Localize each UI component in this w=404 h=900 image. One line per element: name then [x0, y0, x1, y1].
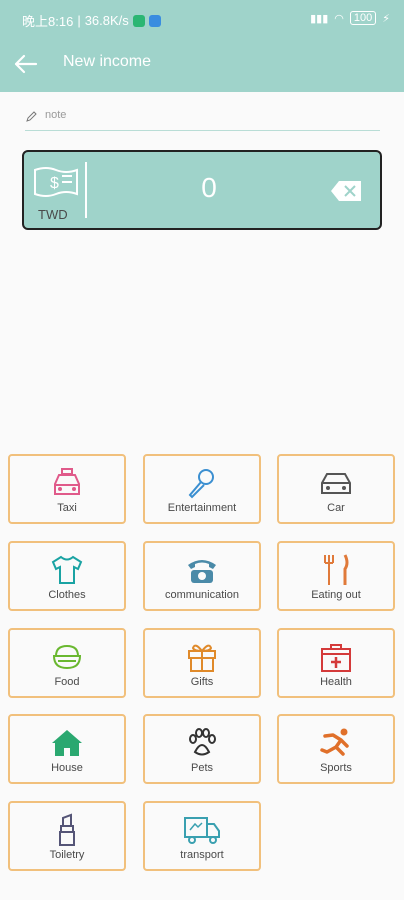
paw-icon	[189, 728, 216, 756]
microphone-icon	[188, 469, 214, 499]
taxi-icon	[54, 468, 80, 495]
category-label: Clothes	[48, 589, 86, 601]
category-label: Entertainment	[167, 502, 237, 514]
house-icon	[52, 730, 82, 756]
category-toiletry[interactable]: Toiletry	[8, 801, 126, 871]
category-label: House	[51, 762, 83, 774]
svg-text:$: $	[50, 175, 59, 192]
category-label: Sports	[320, 762, 352, 774]
currency-code: TWD	[38, 207, 68, 222]
category-entertainment[interactable]: Entertainment	[143, 454, 261, 524]
category-label: Taxi	[57, 502, 77, 514]
note-field[interactable]	[25, 106, 380, 131]
category-house[interactable]: House	[8, 714, 126, 784]
category-health[interactable]: Health	[277, 628, 395, 698]
signal-icon: ▮▮▮	[310, 12, 329, 25]
bowl-icon	[52, 644, 82, 670]
amount-display: $ TWD 0	[22, 150, 382, 230]
category-label: Pets	[190, 762, 213, 774]
wifi-icon: ◠	[334, 12, 344, 25]
medical-kit-icon	[321, 644, 351, 672]
truck-icon	[184, 817, 220, 844]
category-label: Health	[320, 676, 352, 688]
category-label: Gifts	[190, 676, 214, 688]
category-food[interactable]: Food	[8, 628, 126, 698]
lipstick-icon	[59, 813, 75, 846]
charging-icon: ⚡	[382, 12, 390, 25]
category-label: Eating out	[311, 589, 361, 601]
network-speed: 36.8K/s	[84, 13, 129, 28]
category-eating-out[interactable]: Eating out	[277, 541, 395, 611]
category-label: Car	[327, 502, 345, 514]
page-title: New income	[63, 53, 152, 70]
cutlery-icon	[324, 554, 349, 585]
pencil-icon	[26, 111, 37, 122]
car-icon	[321, 473, 351, 494]
app-bar: New income	[0, 36, 404, 92]
divider	[85, 162, 87, 218]
runner-icon	[320, 728, 349, 756]
category-taxi[interactable]: Taxi	[8, 454, 126, 524]
battery-icon: 100	[349, 11, 377, 25]
category-car[interactable]: Car	[277, 454, 395, 524]
telephone-icon	[188, 560, 216, 583]
category-gifts[interactable]: Gifts	[143, 628, 261, 698]
category-pets[interactable]: Pets	[143, 714, 261, 784]
gift-icon	[188, 644, 216, 672]
banknote-icon: $	[34, 167, 78, 197]
category-transport[interactable]: transport	[143, 801, 261, 871]
category-label: Toiletry	[49, 849, 85, 861]
tshirt-icon	[51, 555, 83, 584]
backspace-icon[interactable]	[330, 180, 362, 202]
category-communication[interactable]: communication	[143, 541, 261, 611]
note-input[interactable]	[43, 108, 377, 122]
category-label: Food	[54, 676, 80, 688]
status-bar: 晚上8:16 | 36.8K/s ▮▮▮ ◠ 100 ⚡	[0, 0, 404, 36]
shield-icon	[132, 14, 145, 27]
category-label: communication	[165, 589, 239, 601]
back-arrow-icon[interactable]	[12, 50, 40, 78]
category-label: transport	[180, 849, 224, 861]
category-sports[interactable]: Sports	[277, 714, 395, 784]
category-clothes[interactable]: Clothes	[8, 541, 126, 611]
amount-value: 0	[201, 172, 217, 203]
status-time: 晚上8:16	[22, 14, 74, 29]
app-notification-icon	[148, 14, 161, 27]
